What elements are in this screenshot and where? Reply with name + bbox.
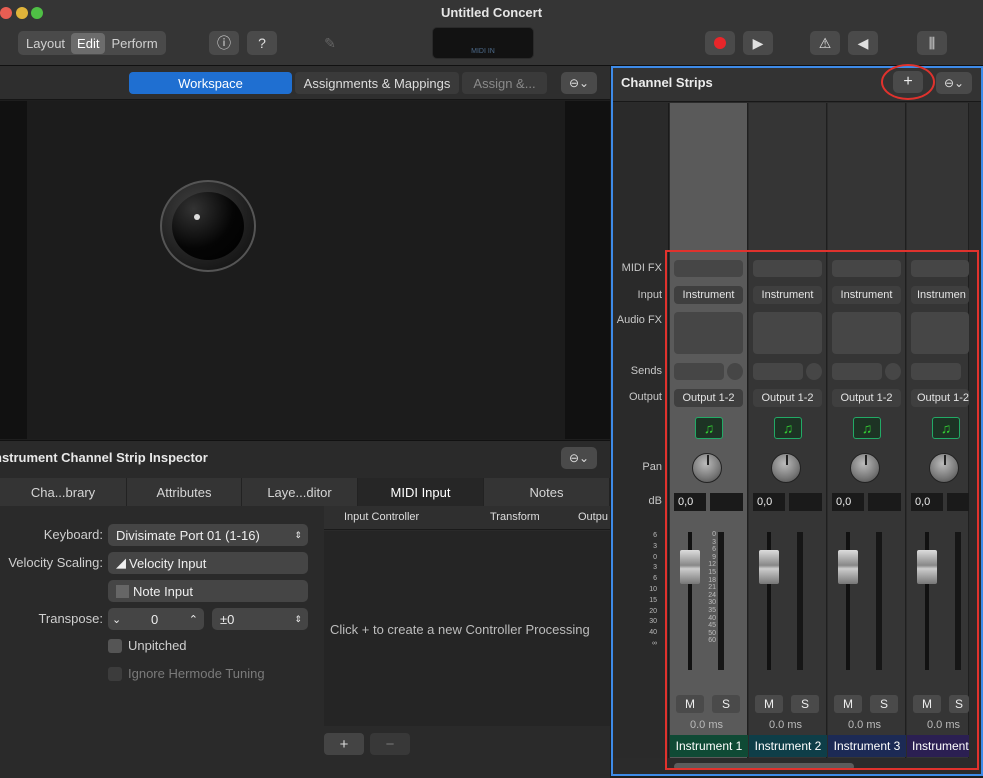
scale-tick: 6	[653, 575, 657, 583]
controller-table-header: Input Controller Transform Outpu	[324, 506, 610, 530]
tuning-fork-icon[interactable]: ✎	[315, 31, 345, 55]
scale-tick: 30	[649, 618, 657, 626]
workspace-canvas	[27, 101, 565, 439]
chevron-up-icon[interactable]: ⌃	[189, 613, 198, 626]
scale-tick: 10	[649, 585, 657, 593]
tab-midi-input[interactable]: MIDI Input	[358, 478, 484, 506]
channel-strips-title: Channel Strips	[621, 75, 713, 90]
label-midi-fx: MIDI FX	[621, 262, 662, 274]
info-icon[interactable]: ⓘ	[209, 31, 239, 55]
col-input-controller: Input Controller	[344, 511, 420, 523]
popup-arrows-icon: ⇕	[294, 529, 302, 540]
transpose-range-value: ±0	[220, 611, 235, 627]
transpose-range-popup[interactable]: ±0 ⇕	[212, 608, 308, 630]
fader-scale: 6 3 0 3 6 10 15 20 30 40 ∞	[644, 531, 657, 650]
mode-selector: Layout Edit Perform	[18, 31, 166, 55]
tab-channel-library[interactable]: Cha...brary	[0, 478, 127, 506]
velocity-curve-icon: ◢	[116, 555, 126, 570]
label-input: Input	[637, 289, 662, 301]
velocity-scaling-label: Velocity Scaling:	[8, 555, 103, 570]
tab-notes[interactable]: Notes	[484, 478, 610, 506]
tab-assignments-mappings[interactable]: Assignments & Mappings	[295, 72, 459, 94]
keyboard-popup[interactable]: Divisimate Port 01 (1-16) ⇕	[108, 524, 308, 546]
col-transform: Transform	[490, 511, 540, 523]
smart-control-knob[interactable]	[160, 180, 256, 272]
workspace-options-button[interactable]: ⊖⌄	[561, 72, 597, 94]
lcd-midi-in: MIDI IN	[471, 48, 495, 55]
window-title: Untitled Concert	[440, 5, 543, 20]
scale-tick: 3	[653, 542, 657, 550]
label-pan: Pan	[642, 461, 662, 473]
note-input-label: Note Input	[133, 583, 193, 599]
chevron-down-icon[interactable]: ⌄	[112, 613, 121, 626]
label-audio-fx: Audio FX	[616, 314, 662, 326]
velocity-input-label: Velocity Input	[129, 555, 207, 571]
scale-tick: 20	[649, 607, 657, 615]
speaker-icon[interactable]: ◀	[848, 31, 878, 55]
keyboard-label: Keyboard:	[43, 527, 103, 542]
scale-tick: 15	[649, 596, 657, 604]
lcd-display: MIDI IN	[432, 27, 534, 59]
remove-controller-button[interactable]: −	[370, 733, 410, 755]
scale-tick: 6	[653, 532, 657, 539]
metronome-icon[interactable]: ⚠	[810, 31, 840, 55]
add-controller-button[interactable]: +	[324, 733, 364, 755]
mode-layout[interactable]: Layout	[20, 33, 71, 54]
knob-face	[172, 192, 244, 260]
title-bar: Untitled Concert Layout Edit Perform ⓘ ?…	[0, 0, 983, 66]
scale-tick: ∞	[652, 639, 657, 647]
velocity-input-button[interactable]: ◢ Velocity Input	[108, 552, 308, 574]
record-button[interactable]	[705, 31, 735, 55]
transpose-label: Transpose:	[38, 611, 103, 626]
knob-glint	[194, 214, 200, 220]
note-input-button[interactable]: Note Input	[108, 580, 308, 602]
empty-table-message: Click + to create a new Controller Proce…	[330, 622, 590, 637]
record-icon	[714, 37, 726, 49]
row-label-column	[613, 103, 669, 758]
label-output: Output	[628, 391, 662, 403]
scale-tick: 40	[649, 629, 657, 637]
highlight-circle	[881, 64, 935, 100]
transpose-value: 0	[151, 611, 159, 627]
popup-arrows-icon: ⇕	[294, 613, 302, 624]
channel-strips-options-button[interactable]: ⊖⌄	[936, 72, 972, 94]
inspector-title: nstrument Channel Strip Inspector	[0, 450, 208, 465]
highlight-rectangle	[665, 250, 979, 770]
tab-workspace[interactable]: Workspace	[129, 72, 292, 94]
inspector-options-button[interactable]: ⊖⌄	[561, 447, 597, 469]
tab-attributes[interactable]: Attributes	[127, 478, 242, 506]
col-output: Outpu	[578, 511, 608, 523]
play-icon[interactable]: ▶	[743, 31, 773, 55]
mode-edit[interactable]: Edit	[71, 32, 106, 54]
mode-perform[interactable]: Perform	[105, 33, 163, 54]
tab-assign[interactable]: Assign &...	[462, 72, 547, 94]
transpose-stepper[interactable]: ⌄ 0 ⌃	[108, 608, 204, 630]
help-icon[interactable]: ?	[247, 31, 277, 55]
ignore-hermode-checkbox[interactable]	[108, 667, 122, 681]
ignore-hermode-label: Ignore Hermode Tuning	[128, 666, 265, 681]
scale-tick: 0	[653, 553, 657, 561]
label-db: dB	[648, 495, 662, 507]
tab-layer-editor[interactable]: Laye...ditor	[242, 478, 358, 506]
mixer-icon[interactable]: ⫼	[917, 31, 947, 55]
scale-tick: 3	[653, 564, 657, 572]
label-sends: Sends	[630, 365, 662, 377]
unpitched-checkbox[interactable]	[108, 639, 122, 653]
keyboard-value: Divisimate Port 01 (1-16)	[116, 527, 260, 543]
note-input-icon	[116, 584, 129, 598]
unpitched-label: Unpitched	[128, 638, 187, 653]
